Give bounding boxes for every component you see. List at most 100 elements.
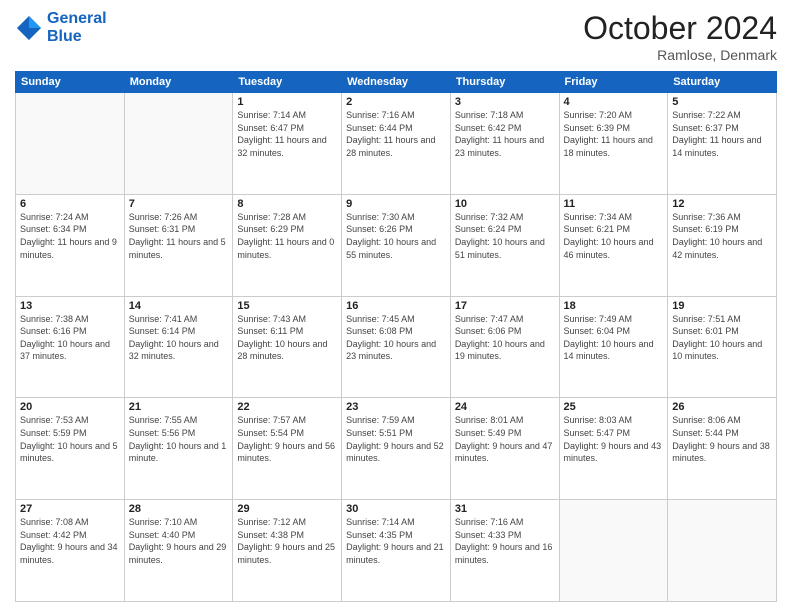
week-row-4: 20Sunrise: 7:53 AMSunset: 5:59 PMDayligh… <box>16 398 777 500</box>
calendar-cell-30: 30Sunrise: 7:14 AMSunset: 4:35 PMDayligh… <box>342 500 451 602</box>
calendar-cell-23: 23Sunrise: 7:59 AMSunset: 5:51 PMDayligh… <box>342 398 451 500</box>
calendar-cell-9: 9Sunrise: 7:30 AMSunset: 6:26 PMDaylight… <box>342 194 451 296</box>
weekday-header-friday: Friday <box>559 72 668 93</box>
day-info: Sunrise: 7:20 AMSunset: 6:39 PMDaylight:… <box>564 109 664 159</box>
day-info: Sunrise: 7:30 AMSunset: 6:26 PMDaylight:… <box>346 211 446 261</box>
calendar-cell-4: 4Sunrise: 7:20 AMSunset: 6:39 PMDaylight… <box>559 93 668 195</box>
header: General Blue October 2024 Ramlose, Denma… <box>15 10 777 63</box>
day-number: 16 <box>346 300 446 312</box>
day-info: Sunrise: 7:45 AMSunset: 6:08 PMDaylight:… <box>346 313 446 363</box>
day-number: 24 <box>455 401 555 413</box>
day-info: Sunrise: 7:16 AMSunset: 6:44 PMDaylight:… <box>346 109 446 159</box>
day-number: 15 <box>237 300 337 312</box>
day-info: Sunrise: 7:59 AMSunset: 5:51 PMDaylight:… <box>346 414 446 464</box>
calendar-page: General Blue October 2024 Ramlose, Denma… <box>0 0 792 612</box>
calendar-cell-27: 27Sunrise: 7:08 AMSunset: 4:42 PMDayligh… <box>16 500 125 602</box>
logo: General Blue <box>15 10 107 45</box>
day-info: Sunrise: 7:14 AMSunset: 6:47 PMDaylight:… <box>237 109 337 159</box>
day-info: Sunrise: 7:22 AMSunset: 6:37 PMDaylight:… <box>672 109 772 159</box>
day-number: 11 <box>564 198 664 210</box>
day-info: Sunrise: 7:28 AMSunset: 6:29 PMDaylight:… <box>237 211 337 261</box>
calendar-cell-12: 12Sunrise: 7:36 AMSunset: 6:19 PMDayligh… <box>668 194 777 296</box>
day-number: 29 <box>237 503 337 515</box>
weekday-header-tuesday: Tuesday <box>233 72 342 93</box>
month-title: October 2024 <box>583 10 777 47</box>
day-info: Sunrise: 7:53 AMSunset: 5:59 PMDaylight:… <box>20 414 120 464</box>
day-number: 14 <box>129 300 229 312</box>
calendar-cell-15: 15Sunrise: 7:43 AMSunset: 6:11 PMDayligh… <box>233 296 342 398</box>
day-info: Sunrise: 7:14 AMSunset: 4:35 PMDaylight:… <box>346 516 446 566</box>
day-number: 2 <box>346 96 446 108</box>
day-info: Sunrise: 7:18 AMSunset: 6:42 PMDaylight:… <box>455 109 555 159</box>
calendar-cell-14: 14Sunrise: 7:41 AMSunset: 6:14 PMDayligh… <box>124 296 233 398</box>
day-number: 27 <box>20 503 120 515</box>
day-info: Sunrise: 7:24 AMSunset: 6:34 PMDaylight:… <box>20 211 120 261</box>
calendar-cell-26: 26Sunrise: 8:06 AMSunset: 5:44 PMDayligh… <box>668 398 777 500</box>
calendar-cell-22: 22Sunrise: 7:57 AMSunset: 5:54 PMDayligh… <box>233 398 342 500</box>
logo-icon <box>15 14 43 42</box>
day-info: Sunrise: 7:47 AMSunset: 6:06 PMDaylight:… <box>455 313 555 363</box>
calendar-cell-17: 17Sunrise: 7:47 AMSunset: 6:06 PMDayligh… <box>450 296 559 398</box>
logo-general: General <box>47 10 107 27</box>
weekday-header-saturday: Saturday <box>668 72 777 93</box>
calendar-cell-empty <box>559 500 668 602</box>
day-info: Sunrise: 7:08 AMSunset: 4:42 PMDaylight:… <box>20 516 120 566</box>
logo-blue: Blue <box>47 28 107 46</box>
day-info: Sunrise: 7:16 AMSunset: 4:33 PMDaylight:… <box>455 516 555 566</box>
calendar-cell-8: 8Sunrise: 7:28 AMSunset: 6:29 PMDaylight… <box>233 194 342 296</box>
day-number: 20 <box>20 401 120 413</box>
day-info: Sunrise: 7:49 AMSunset: 6:04 PMDaylight:… <box>564 313 664 363</box>
day-info: Sunrise: 7:26 AMSunset: 6:31 PMDaylight:… <box>129 211 229 261</box>
day-number: 25 <box>564 401 664 413</box>
day-number: 7 <box>129 198 229 210</box>
day-info: Sunrise: 8:01 AMSunset: 5:49 PMDaylight:… <box>455 414 555 464</box>
calendar-cell-25: 25Sunrise: 8:03 AMSunset: 5:47 PMDayligh… <box>559 398 668 500</box>
day-info: Sunrise: 7:32 AMSunset: 6:24 PMDaylight:… <box>455 211 555 261</box>
calendar-cell-29: 29Sunrise: 7:12 AMSunset: 4:38 PMDayligh… <box>233 500 342 602</box>
calendar-cell-empty <box>668 500 777 602</box>
day-number: 17 <box>455 300 555 312</box>
day-number: 18 <box>564 300 664 312</box>
calendar-cell-2: 2Sunrise: 7:16 AMSunset: 6:44 PMDaylight… <box>342 93 451 195</box>
day-number: 13 <box>20 300 120 312</box>
calendar-cell-5: 5Sunrise: 7:22 AMSunset: 6:37 PMDaylight… <box>668 93 777 195</box>
calendar-cell-3: 3Sunrise: 7:18 AMSunset: 6:42 PMDaylight… <box>450 93 559 195</box>
location: Ramlose, Denmark <box>583 47 777 63</box>
weekday-header-thursday: Thursday <box>450 72 559 93</box>
day-number: 4 <box>564 96 664 108</box>
calendar-cell-24: 24Sunrise: 8:01 AMSunset: 5:49 PMDayligh… <box>450 398 559 500</box>
calendar-cell-21: 21Sunrise: 7:55 AMSunset: 5:56 PMDayligh… <box>124 398 233 500</box>
day-number: 22 <box>237 401 337 413</box>
weekday-header-wednesday: Wednesday <box>342 72 451 93</box>
day-info: Sunrise: 7:38 AMSunset: 6:16 PMDaylight:… <box>20 313 120 363</box>
day-number: 5 <box>672 96 772 108</box>
day-info: Sunrise: 7:36 AMSunset: 6:19 PMDaylight:… <box>672 211 772 261</box>
day-info: Sunrise: 7:41 AMSunset: 6:14 PMDaylight:… <box>129 313 229 363</box>
calendar-cell-18: 18Sunrise: 7:49 AMSunset: 6:04 PMDayligh… <box>559 296 668 398</box>
calendar-table: SundayMondayTuesdayWednesdayThursdayFrid… <box>15 71 777 602</box>
day-number: 1 <box>237 96 337 108</box>
calendar-cell-6: 6Sunrise: 7:24 AMSunset: 6:34 PMDaylight… <box>16 194 125 296</box>
calendar-cell-10: 10Sunrise: 7:32 AMSunset: 6:24 PMDayligh… <box>450 194 559 296</box>
day-info: Sunrise: 7:43 AMSunset: 6:11 PMDaylight:… <box>237 313 337 363</box>
calendar-cell-31: 31Sunrise: 7:16 AMSunset: 4:33 PMDayligh… <box>450 500 559 602</box>
weekday-header-monday: Monday <box>124 72 233 93</box>
calendar-cell-19: 19Sunrise: 7:51 AMSunset: 6:01 PMDayligh… <box>668 296 777 398</box>
week-row-2: 6Sunrise: 7:24 AMSunset: 6:34 PMDaylight… <box>16 194 777 296</box>
calendar-cell-28: 28Sunrise: 7:10 AMSunset: 4:40 PMDayligh… <box>124 500 233 602</box>
day-info: Sunrise: 7:51 AMSunset: 6:01 PMDaylight:… <box>672 313 772 363</box>
calendar-cell-empty <box>124 93 233 195</box>
calendar-cell-13: 13Sunrise: 7:38 AMSunset: 6:16 PMDayligh… <box>16 296 125 398</box>
day-number: 12 <box>672 198 772 210</box>
day-info: Sunrise: 7:55 AMSunset: 5:56 PMDaylight:… <box>129 414 229 464</box>
weekday-header-row: SundayMondayTuesdayWednesdayThursdayFrid… <box>16 72 777 93</box>
day-info: Sunrise: 7:12 AMSunset: 4:38 PMDaylight:… <box>237 516 337 566</box>
day-info: Sunrise: 8:03 AMSunset: 5:47 PMDaylight:… <box>564 414 664 464</box>
week-row-3: 13Sunrise: 7:38 AMSunset: 6:16 PMDayligh… <box>16 296 777 398</box>
day-info: Sunrise: 7:57 AMSunset: 5:54 PMDaylight:… <box>237 414 337 464</box>
day-number: 3 <box>455 96 555 108</box>
logo-text: General Blue <box>47 10 107 45</box>
day-number: 9 <box>346 198 446 210</box>
title-block: October 2024 Ramlose, Denmark <box>583 10 777 63</box>
weekday-header-sunday: Sunday <box>16 72 125 93</box>
